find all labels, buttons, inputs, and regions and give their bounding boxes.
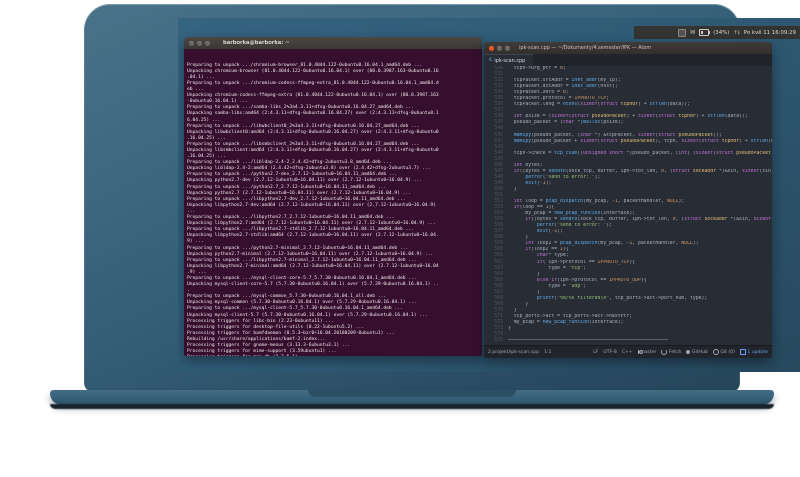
- terminal-line: Unpacking mysql-client-core-5.7 (5.7.30-…: [187, 282, 439, 288]
- status-bar: 2.projekt/ipk-scan.cpp 1:1 LF UTF-8 C++ …: [484, 345, 772, 358]
- battery-icon[interactable]: [699, 29, 711, 36]
- github-button[interactable]: GitHub: [686, 350, 708, 355]
- sync-icon: [661, 349, 668, 355]
- git-button[interactable]: Git (0): [712, 349, 735, 355]
- terminal-output[interactable]: Preparing to unpack .../chromium-browser…: [184, 49, 482, 356]
- battery-percentage: (34%): [713, 29, 730, 36]
- terminal-line: Unpacking libpython2.7-minimal:amd64 (2.…: [187, 263, 439, 269]
- cursor-position[interactable]: 1:1: [544, 350, 551, 355]
- terminal-line: Unpacking samba-libs:amd64 (2:4.3.11+dfs…: [187, 111, 439, 117]
- keyboard-indicator-icon[interactable]: [678, 28, 687, 37]
- line-number: 575: [494, 338, 503, 344]
- terminal-line: Processing triggers for man-db (2.7.5-1)…: [187, 355, 479, 356]
- terminal-window: barborka@barborka: ~ Preparing to unpack…: [184, 37, 482, 356]
- maximize-button[interactable]: [205, 40, 210, 46]
- branch-icon: [637, 350, 644, 354]
- maximize-button[interactable]: [505, 45, 510, 51]
- encoding-indicator[interactable]: UTF-8: [603, 350, 616, 355]
- c-language-icon: C: [489, 58, 493, 63]
- branch-indicator[interactable]: master: [637, 350, 656, 355]
- terminal-line: Unpacking libsmbclient:amd64 (2:4.3.11+d…: [187, 148, 439, 153]
- close-button[interactable]: [489, 45, 494, 51]
- atom-titlebar[interactable]: ipk-scan.cpp — ~/Dokumenty/4.semester/IP…: [484, 42, 772, 54]
- close-button[interactable]: [189, 40, 194, 46]
- terminal-line: Unpacking libpython2.7-dev:amd64 (2.7.12…: [187, 202, 436, 208]
- system-tray[interactable]: ✉ (34%) ↑↓ Po kvě 11 16:09:29: [634, 26, 800, 39]
- terminal-titlebar[interactable]: barborka@barborka: ~: [184, 37, 482, 49]
- fetch-button[interactable]: Fetch: [661, 349, 681, 355]
- atom-window-title: ipk-scan.cpp — ~/Dokumenty/4.semester/IP…: [519, 45, 652, 51]
- tab-ipk-scan[interactable]: C ipk-scan.cpp: [484, 54, 534, 66]
- tab-bar: C ipk-scan.cpp: [484, 54, 772, 66]
- line-ending-indicator[interactable]: LF: [593, 350, 598, 355]
- terminal-line: Unpacking chromium-browser (81.0.4044.12…: [187, 68, 439, 74]
- updates-button[interactable]: 1 update: [739, 349, 768, 355]
- laptop-lid: ✉ (34%) ↑↓ Po kvě 11 16:09:29 barborka@b…: [84, 4, 800, 392]
- code-text: [508, 338, 772, 344]
- minimize-button[interactable]: [497, 45, 502, 51]
- mail-icon[interactable]: ✉: [690, 29, 695, 36]
- git-icon: [712, 349, 719, 355]
- code-editor[interactable]: 530 tcph->urg_ptr = 0; 531 532 tcpPacket.s…: [484, 66, 772, 345]
- file-path[interactable]: 2.projekt/ipk-scan.cpp: [488, 350, 539, 355]
- terminal-line: Unpacking libpython2.7-stdlib:amd64 (2.7…: [187, 233, 439, 239]
- code-line: 575: [484, 338, 772, 344]
- update-icon: [739, 349, 746, 355]
- github-icon: [686, 350, 691, 354]
- network-icon[interactable]: ↑↓: [733, 30, 740, 36]
- laptop-mockup: ✉ (34%) ↑↓ Po kvě 11 16:09:29 barborka@b…: [0, 0, 800, 477]
- clock[interactable]: Po kvě 11 16:09:29: [744, 30, 796, 36]
- atom-window: ipk-scan.cpp — ~/Dokumenty/4.semester/IP…: [484, 42, 772, 358]
- laptop-base: [50, 390, 774, 405]
- tab-label: ipk-scan.cpp: [494, 57, 526, 64]
- language-indicator[interactable]: C++: [622, 350, 633, 355]
- terminal-line: Unpacking libwbclient0:amd64 (2:4.3.11+d…: [187, 129, 439, 135]
- terminal-title: barborka@barborka: ~: [223, 40, 290, 46]
- minimize-button[interactable]: [197, 40, 202, 46]
- desktop[interactable]: ✉ (34%) ↑↓ Po kvě 11 16:09:29 barborka@b…: [178, 18, 800, 372]
- laptop-base-notch: [308, 390, 516, 397]
- terminal-line: Preparing to unpack .../chromium-codecs-…: [187, 80, 439, 86]
